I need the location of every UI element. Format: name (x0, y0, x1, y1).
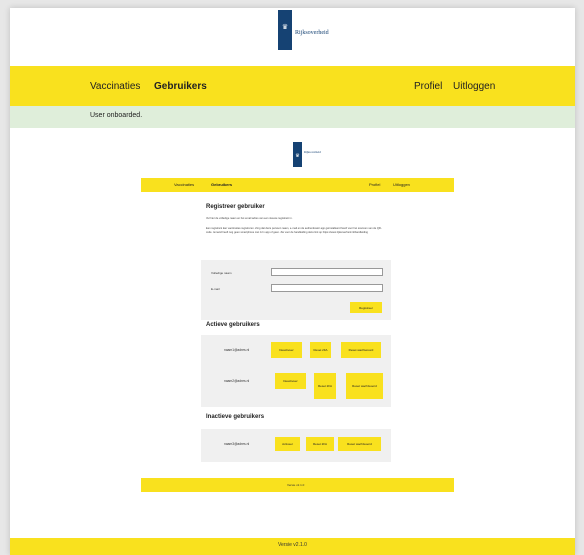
reset-password-button[interactable]: Reset wachtwoord (341, 342, 381, 358)
fullname-label: Volledige naam (211, 271, 232, 275)
footer-version: Versie v2.1.0 (278, 542, 307, 548)
nav-gebruikers[interactable]: Gebruikers (154, 81, 207, 92)
inactive-users-panel: naam3@adres.nl Activeer Reset 2FA Reset … (201, 429, 391, 462)
mini-nav-vaccinaties[interactable]: Vaccinaties (174, 182, 194, 187)
activate-button[interactable]: Activeer (275, 437, 300, 451)
alert-message: User onboarded. (90, 112, 143, 119)
mini-footer-version: Versie v2.1.0 (287, 483, 305, 487)
success-alert: User onboarded. (10, 106, 575, 128)
email-label: E-mail (211, 287, 220, 291)
brand-wordmark: Rijksoverheid (295, 30, 329, 36)
register-button[interactable]: Registreer (350, 302, 382, 313)
active-user-email: naam2@adres.nl (224, 379, 250, 383)
register-intro: Vul hier de volledige naam en het email … (206, 217, 293, 220)
fullname-input[interactable] (271, 268, 383, 276)
deactivate-button[interactable]: Deactiveer (275, 373, 306, 389)
register-form: Volledige naam E-mail Registreer (201, 260, 391, 320)
reset-2fa-button[interactable]: Reset 2FA (314, 373, 336, 399)
mini-brand-wordmark: Rijksoverheid (304, 150, 321, 154)
reset-2fa-button[interactable]: Reset 2FA (310, 342, 331, 358)
nav-vaccinaties[interactable]: Vaccinaties (90, 81, 140, 92)
register-description: Een registrant kan vaccinaties registrer… (206, 227, 382, 234)
crown-shield-icon: ♛ (281, 24, 289, 31)
page: ♛ Rijksoverheid Vaccinaties Gebruikers P… (10, 8, 575, 555)
nav-uitloggen[interactable]: Uitloggen (453, 81, 495, 92)
site-footer: Versie v2.1.0 (10, 538, 575, 555)
active-users-title: Actieve gebruikers (206, 322, 260, 328)
mini-nav-gebruikers[interactable]: Gebruikers (211, 182, 232, 187)
deactivate-button[interactable]: Deactiveer (271, 342, 302, 358)
inactive-users-title: Inactieve gebruikers (206, 414, 265, 420)
reset-password-button[interactable]: Reset wachtwoord (346, 373, 383, 399)
site-header: ♛ Rijksoverheid (10, 8, 575, 66)
mini-crown-shield-icon: ♛ (295, 153, 300, 159)
mini-nav-profiel[interactable]: Profiel (369, 182, 380, 187)
mini-nav: Vaccinaties Gebruikers Profiel Uitloggen (141, 178, 454, 192)
mini-footer: Versie v2.1.0 (141, 478, 454, 492)
email-input[interactable] (271, 284, 383, 292)
reset-2fa-button[interactable]: Reset 2FA (306, 437, 334, 451)
reset-password-button[interactable]: Reset wachtwoord (338, 437, 381, 451)
mini-nav-uitloggen[interactable]: Uitloggen (393, 182, 410, 187)
inactive-user-email: naam3@adres.nl (224, 442, 250, 446)
active-users-panel: naam1@adres.nl Deactiveer Reset 2FA Rese… (201, 335, 391, 407)
register-title: Registreer gebruiker (206, 204, 265, 210)
main-nav: Vaccinaties Gebruikers Profiel Uitloggen (10, 66, 575, 106)
embedded-screenshot: ♛ Rijksoverheid Vaccinaties Gebruikers P… (141, 142, 454, 492)
nav-profiel[interactable]: Profiel (414, 81, 442, 92)
active-user-email: naam1@adres.nl (224, 348, 250, 352)
